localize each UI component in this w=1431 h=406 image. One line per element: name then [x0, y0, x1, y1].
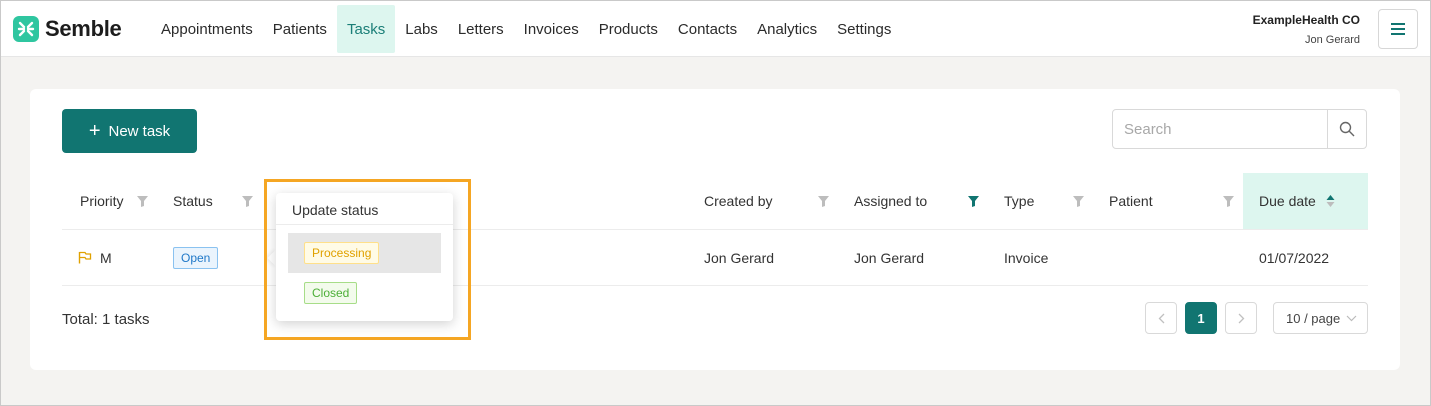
total-count: Total: 1 tasks [62, 311, 150, 328]
col-patient: Patient [1109, 193, 1153, 209]
nav-invoices[interactable]: Invoices [514, 5, 589, 53]
plus-icon: + [88, 120, 101, 142]
table-header: Priority Status Created by Assigned to T… [62, 173, 1368, 230]
main-nav: Appointments Patients Tasks Labs Letters… [151, 5, 901, 53]
page-1-button[interactable]: 1 [1185, 302, 1217, 334]
nav-appointments[interactable]: Appointments [151, 5, 263, 53]
org-name: ExampleHealth CO [1252, 13, 1360, 27]
priority-value: M [100, 249, 112, 266]
col-created-by: Created by [704, 193, 773, 209]
filter-icon[interactable] [242, 196, 253, 207]
nav-labs[interactable]: Labs [395, 5, 448, 53]
nav-patients[interactable]: Patients [263, 5, 337, 53]
search-icon [1339, 121, 1355, 137]
created-by-cell: Jon Gerard [704, 249, 775, 266]
col-type: Type [1004, 193, 1035, 209]
page-size-value: 10 / page [1286, 310, 1341, 326]
filter-icon[interactable] [1073, 196, 1084, 207]
filter-icon[interactable] [137, 196, 148, 207]
menu-button[interactable] [1378, 9, 1418, 49]
filter-icon[interactable] [818, 196, 829, 207]
col-status: Status [173, 193, 213, 209]
user-name: Jon Gerard [1304, 34, 1360, 46]
type-cell: Invoice [1004, 249, 1049, 266]
hamburger-icon [1391, 23, 1405, 35]
priority-cell: M [78, 230, 112, 285]
processing-badge: Processing [304, 242, 380, 264]
pagination: 1 10 / page [1145, 302, 1368, 334]
filter-active-icon[interactable] [968, 196, 979, 207]
col-assigned-to: Assigned to [854, 193, 928, 209]
col-due-date[interactable]: Due date [1243, 173, 1368, 229]
search-input[interactable] [1113, 110, 1327, 148]
nav-tasks[interactable]: Tasks [336, 5, 396, 53]
filter-icon[interactable] [1223, 196, 1234, 207]
col-priority: Priority [80, 193, 124, 209]
prev-page-button[interactable] [1145, 302, 1177, 334]
search-box [1112, 109, 1367, 149]
new-task-button[interactable]: + New task [62, 109, 197, 153]
update-status-popover: Update status Processing Closed [276, 193, 453, 321]
flag-icon [78, 251, 92, 264]
account-info[interactable]: ExampleHealth CO Jon Gerard [1253, 13, 1360, 46]
chevron-right-icon [1238, 313, 1244, 323]
assigned-to-cell: Jon Gerard [854, 249, 925, 266]
sort-icon [1326, 195, 1335, 207]
status-cell[interactable]: Open [173, 230, 219, 285]
popover-title: Update status [276, 193, 453, 225]
nav-contacts[interactable]: Contacts [668, 5, 747, 53]
status-badge[interactable]: Open [173, 246, 219, 269]
tasks-card: + New task Priority Status Created by As… [30, 89, 1400, 370]
next-page-button[interactable] [1225, 302, 1257, 334]
brand-name: Semble [45, 16, 122, 41]
chevron-left-icon [1158, 313, 1164, 323]
col-due-date-label: Due date [1259, 193, 1316, 209]
table-row[interactable]: M Open Jon Gerard Jon Gerard Invoice 01/… [62, 230, 1368, 286]
page-size-select[interactable]: 10 / page [1273, 302, 1368, 334]
nav-analytics[interactable]: Analytics [747, 5, 827, 53]
semble-logo-icon [13, 16, 39, 42]
nav-products[interactable]: Products [589, 5, 668, 53]
closed-badge: Closed [304, 282, 358, 304]
brand-logo[interactable]: Semble [13, 16, 122, 42]
nav-letters[interactable]: Letters [448, 5, 514, 53]
chevron-down-icon [1346, 315, 1357, 321]
due-date-cell: 01/07/2022 [1259, 249, 1330, 266]
status-option-closed[interactable]: Closed [288, 273, 441, 313]
nav-settings[interactable]: Settings [827, 5, 901, 53]
search-button[interactable] [1327, 110, 1366, 148]
new-task-label: New task [108, 122, 171, 140]
top-navigation-bar: Semble Appointments Patients Tasks Labs … [1, 1, 1430, 57]
status-option-processing[interactable]: Processing [288, 233, 441, 273]
